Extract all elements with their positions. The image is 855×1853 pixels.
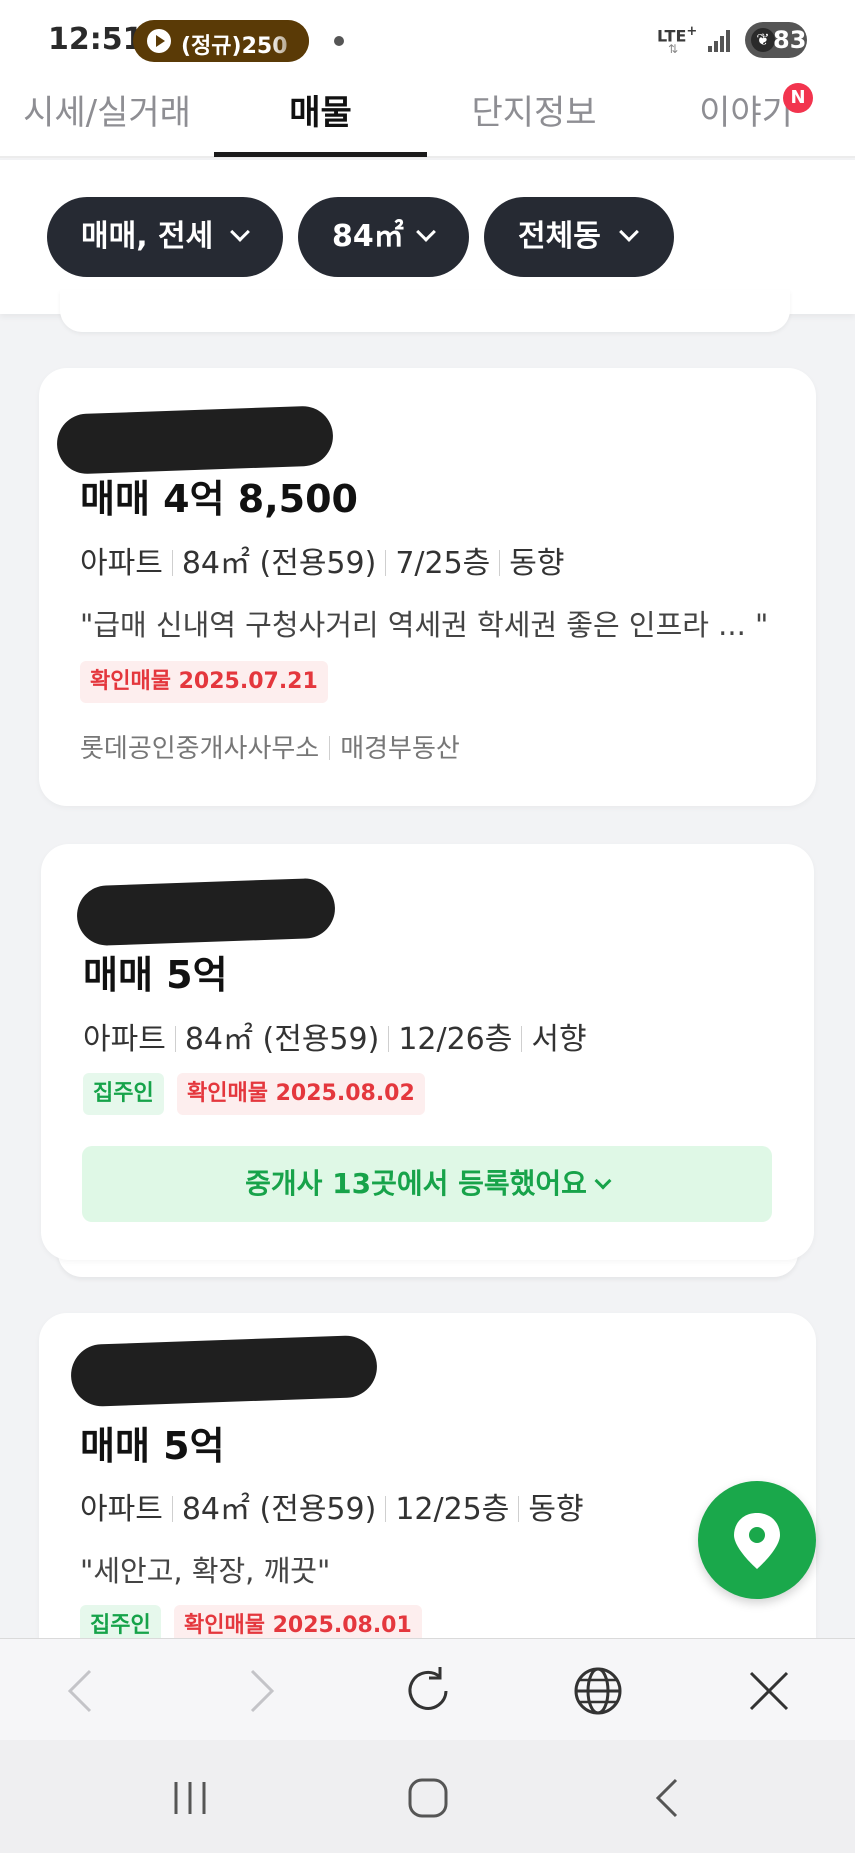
redacted-complex-name: [56, 405, 334, 475]
property-type: 아파트: [83, 1022, 166, 1057]
listing-price: 매매 5억: [83, 953, 228, 997]
recent-apps-icon[interactable]: [162, 1770, 218, 1826]
close-icon[interactable]: [741, 1663, 797, 1719]
filter-area-label: 84㎡: [332, 219, 404, 254]
listing-description: "세안고, 확장, 깨끗": [80, 1554, 331, 1588]
tab-complex-info[interactable]: 단지정보: [427, 90, 641, 150]
floor: 7/25층: [395, 546, 491, 581]
battery-level: 83: [773, 26, 807, 54]
chevron-down-icon: [594, 1172, 612, 1190]
agent-count-banner[interactable]: 중개사 13곳에서 등록했어요: [82, 1146, 772, 1222]
filter-trade-type[interactable]: 매매, 전세: [47, 197, 283, 277]
battery-saver-icon: ❦: [751, 28, 775, 52]
listing-price: 매매 5억: [80, 1424, 225, 1468]
floor: 12/25층: [395, 1492, 510, 1527]
floor: 12/26층: [398, 1022, 513, 1057]
system-back-icon[interactable]: [640, 1770, 696, 1826]
chevron-down-icon: [619, 222, 639, 242]
agency-name: 롯데공인중개사사무소: [80, 734, 320, 764]
media-playback-chip[interactable]: (정규)250: [133, 20, 309, 62]
listing-price: 매매 4억 8,500: [80, 477, 358, 521]
agency-info: 롯데공인중개사사무소 매경부동산: [80, 728, 460, 765]
direction: 동향: [509, 546, 565, 581]
filter-area[interactable]: 84㎡: [298, 197, 469, 277]
area: 84㎡ (전용59): [181, 1492, 377, 1527]
filter-building-label: 전체동: [518, 219, 601, 254]
status-bar: 12:51 (정규)250 LTE+ ⇅ ❦ 83: [0, 0, 855, 80]
listing-details: 아파트 84㎡ (전용59) 12/25층 동향: [80, 1484, 584, 1528]
listing-details: 아파트 84㎡ (전용59) 7/25층 동향: [80, 538, 564, 582]
agency-source: 매경부동산: [340, 734, 460, 764]
map-view-button[interactable]: [698, 1481, 816, 1599]
back-arrow-icon[interactable]: [54, 1663, 110, 1719]
network-plus: +: [686, 24, 698, 39]
data-activity-icon: ⇅: [668, 42, 679, 56]
notification-dot-icon: [334, 36, 344, 46]
home-icon[interactable]: [400, 1770, 456, 1826]
signal-strength-icon: [708, 28, 732, 52]
chevron-down-icon: [230, 222, 250, 242]
clock: 12:51: [48, 22, 144, 57]
browser-toolbar: [0, 1638, 855, 1740]
area: 84㎡ (전용59): [184, 1022, 380, 1057]
active-tab-indicator: [214, 152, 427, 157]
redacted-complex-name: [76, 877, 336, 947]
filter-building[interactable]: 전체동: [484, 197, 674, 277]
verified-listing-tag: 확인매물 2025.07.21: [80, 661, 328, 703]
previous-listing-card-edge: [60, 290, 790, 332]
new-badge: N: [783, 83, 813, 113]
property-type: 아파트: [80, 1492, 163, 1527]
owner-tag: 집주인: [83, 1073, 164, 1115]
direction: 서향: [531, 1022, 587, 1057]
chevron-down-icon: [416, 222, 436, 242]
redacted-complex-name: [70, 1334, 378, 1408]
refresh-icon[interactable]: [400, 1663, 456, 1719]
property-type: 아파트: [80, 546, 163, 581]
play-icon: [147, 29, 171, 53]
location-pin-icon: [734, 1513, 780, 1569]
filter-trade-type-label: 매매, 전세: [81, 219, 214, 254]
battery-indicator: ❦ 83: [745, 22, 807, 58]
agent-count-label: 중개사 13곳에서 등록했어요: [245, 1167, 587, 1200]
listing-description: "급매 신내역 구청사거리 역세권 학세권 좋은 인프라 ... ": [80, 608, 769, 642]
tab-bar: 시세/실거래 매물 단지정보 이야기: [0, 80, 855, 158]
area: 84㎡ (전용59): [181, 546, 377, 581]
tab-market-price[interactable]: 시세/실거래: [0, 90, 214, 150]
listing-details: 아파트 84㎡ (전용59) 12/26층 서향: [83, 1014, 587, 1058]
tab-listings[interactable]: 매물: [214, 90, 427, 150]
verified-listing-tag: 확인매물 2025.08.02: [177, 1073, 425, 1115]
tab-stories[interactable]: 이야기: [641, 90, 855, 150]
globe-icon[interactable]: [570, 1663, 626, 1719]
system-navigation-bar: [0, 1740, 855, 1853]
direction: 동향: [528, 1492, 584, 1527]
forward-arrow-icon[interactable]: [232, 1663, 288, 1719]
